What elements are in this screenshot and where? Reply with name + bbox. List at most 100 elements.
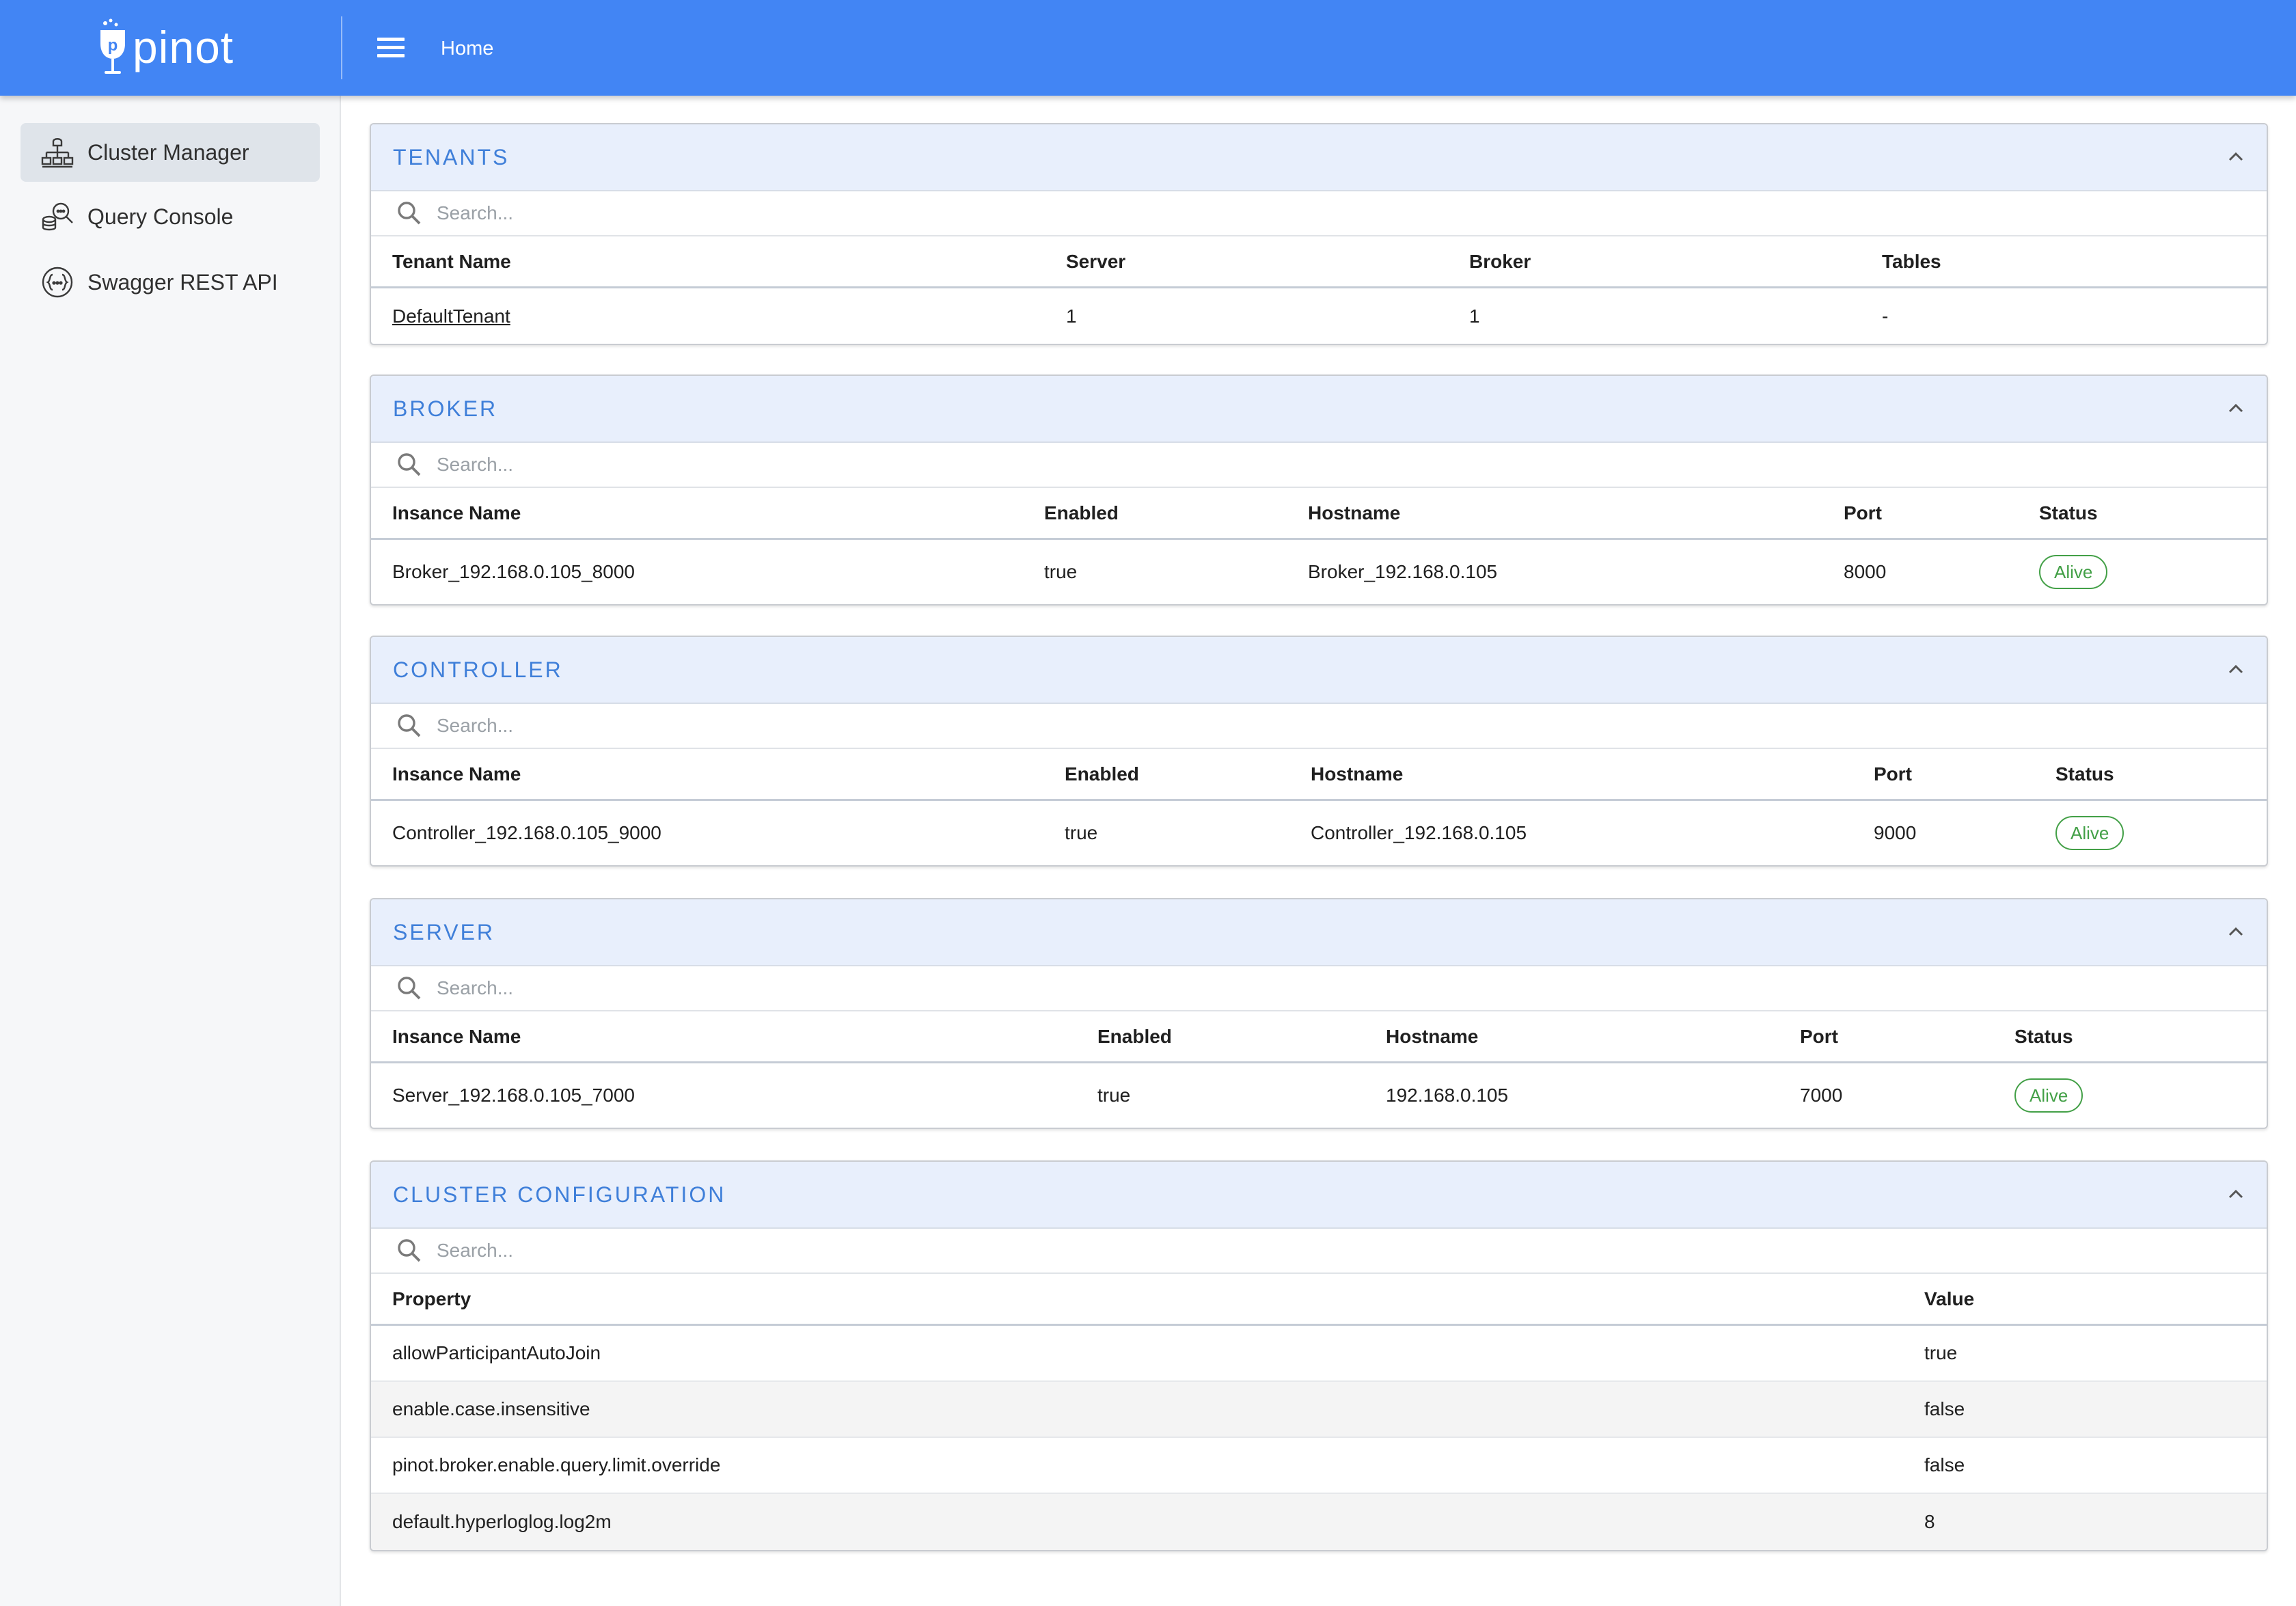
table-header: Insance Name Enabled Hostname Port Statu… [371, 749, 2267, 801]
cluster-config-search-row [371, 1229, 2267, 1274]
config-value: 8 [1924, 1511, 1935, 1532]
broker-search-input[interactable] [437, 454, 1393, 476]
sidebar-item-query-console[interactable]: Query Console [20, 187, 320, 246]
column-header[interactable]: Enabled [1097, 1026, 1386, 1048]
tenant-tables: - [1882, 305, 1889, 327]
column-header[interactable]: Insance Name [392, 502, 1044, 524]
sidebar: Cluster Manager Query Console Swagger RE… [0, 96, 341, 1606]
chevron-up-icon[interactable] [2226, 659, 2246, 680]
column-header[interactable]: Tables [1882, 251, 1941, 273]
column-header[interactable]: Hostname [1308, 502, 1844, 524]
table-row: default.hyperloglog.log2m 8 [371, 1494, 2267, 1550]
instance-name: Controller_192.168.0.105_9000 [392, 822, 661, 843]
panel-title: CLUSTER CONFIGURATION [393, 1182, 726, 1207]
column-header[interactable]: Server [1066, 251, 1469, 273]
column-header[interactable]: Hostname [1386, 1026, 1800, 1048]
config-property: default.hyperloglog.log2m [392, 1511, 612, 1532]
query-console-icon [38, 198, 77, 236]
server-search-row [371, 966, 2267, 1011]
cluster-configuration-panel-header[interactable]: CLUSTER CONFIGURATION [371, 1162, 2267, 1229]
status-badge: Alive [2039, 555, 2108, 589]
tenant-name-link[interactable]: DefaultTenant [392, 305, 1066, 327]
instance-name: Broker_192.168.0.105_8000 [392, 561, 635, 582]
table-row: Server_192.168.0.105_7000 true 192.168.0… [371, 1063, 2267, 1128]
search-icon [398, 202, 421, 225]
tenants-panel: TENANTS Tenant Name Server Broker Tables… [370, 123, 2268, 345]
column-header[interactable]: Status [2014, 1026, 2073, 1048]
controller-search-input[interactable] [437, 715, 1393, 737]
instance-enabled: true [1044, 561, 1078, 582]
instance-enabled: true [1065, 822, 1098, 843]
config-value: false [1924, 1454, 1965, 1475]
header-divider [341, 16, 342, 79]
config-value: true [1924, 1342, 1958, 1363]
instance-hostname: Broker_192.168.0.105 [1308, 561, 1498, 582]
column-header[interactable]: Insance Name [392, 763, 1065, 785]
logo-text: pinot [133, 22, 234, 72]
panel-title: BROKER [393, 396, 498, 421]
instance-port: 8000 [1844, 561, 1887, 582]
sidebar-item-label: Swagger REST API [87, 269, 278, 295]
cluster-configuration-panel: CLUSTER CONFIGURATION Property Value all… [370, 1160, 2268, 1551]
column-header[interactable]: Value [1924, 1288, 1974, 1310]
broker-panel: BROKER Insance Name Enabled Hostname Por… [370, 375, 2268, 605]
app-header: p pinot Home [0, 0, 2296, 96]
column-header[interactable]: Broker [1469, 251, 1882, 273]
table-header: Insance Name Enabled Hostname Port Statu… [371, 488, 2267, 540]
broker-panel-header[interactable]: BROKER [371, 376, 2267, 443]
table-header: Property Value [371, 1274, 2267, 1326]
swagger-api-icon [38, 263, 77, 301]
table-header: Insance Name Enabled Hostname Port Statu… [371, 1011, 2267, 1063]
chevron-up-icon[interactable] [2226, 922, 2246, 942]
chevron-up-icon[interactable] [2226, 398, 2246, 419]
column-header[interactable]: Property [392, 1288, 1924, 1310]
instance-hostname: Controller_192.168.0.105 [1311, 822, 1527, 843]
cluster-config-search-input[interactable] [437, 1240, 1393, 1262]
cluster-icon [38, 133, 77, 172]
instance-name: Server_192.168.0.105_7000 [392, 1085, 635, 1106]
panel-title: SERVER [393, 919, 495, 944]
search-icon [398, 453, 421, 476]
status-badge: Alive [2014, 1078, 2083, 1113]
tenants-search-row [371, 191, 2267, 236]
chevron-up-icon[interactable] [2226, 1184, 2246, 1205]
server-search-input[interactable] [437, 977, 1393, 999]
column-header[interactable]: Status [2055, 763, 2114, 785]
controller-panel-header[interactable]: CONTROLLER [371, 637, 2267, 704]
pinot-logo[interactable]: p pinot [96, 18, 234, 77]
column-header[interactable]: Enabled [1065, 763, 1311, 785]
wine-glass-logo-icon: p [100, 18, 125, 74]
server-panel-header[interactable]: SERVER [371, 899, 2267, 966]
column-header[interactable]: Hostname [1311, 763, 1874, 785]
tenants-search-input[interactable] [437, 202, 1393, 224]
sidebar-item-cluster-manager[interactable]: Cluster Manager [20, 123, 320, 182]
search-icon [398, 714, 421, 737]
column-header[interactable]: Tenant Name [392, 251, 1066, 273]
menu-toggle-icon[interactable] [374, 34, 407, 62]
column-header[interactable]: Insance Name [392, 1026, 1097, 1048]
instance-port: 7000 [1800, 1085, 1843, 1106]
table-row: allowParticipantAutoJoin true [371, 1326, 2267, 1382]
breadcrumb-home[interactable]: Home [441, 34, 493, 63]
instance-enabled: true [1097, 1085, 1131, 1106]
column-header[interactable]: Port [1844, 502, 2039, 524]
config-property: enable.case.insensitive [392, 1398, 590, 1419]
config-property: pinot.broker.enable.query.limit.override [392, 1454, 721, 1475]
chevron-up-icon[interactable] [2226, 147, 2246, 167]
svg-text:p: p [108, 36, 118, 55]
panel-title: CONTROLLER [393, 657, 563, 682]
column-header[interactable]: Enabled [1044, 502, 1308, 524]
config-value: false [1924, 1398, 1965, 1419]
column-header[interactable]: Port [1800, 1026, 2014, 1048]
controller-search-row [371, 704, 2267, 749]
table-row: Broker_192.168.0.105_8000 true Broker_19… [371, 540, 2267, 604]
sidebar-item-label: Cluster Manager [87, 139, 249, 165]
config-property: allowParticipantAutoJoin [392, 1342, 601, 1363]
table-row: DefaultTenant 1 1 - [371, 288, 2267, 344]
search-icon [398, 977, 421, 1000]
tenants-panel-header[interactable]: TENANTS [371, 124, 2267, 191]
sidebar-item-swagger-rest-api[interactable]: Swagger REST API [20, 253, 320, 312]
column-header[interactable]: Status [2039, 502, 2098, 524]
column-header[interactable]: Port [1874, 763, 2055, 785]
tenant-server-count: 1 [1066, 305, 1077, 327]
